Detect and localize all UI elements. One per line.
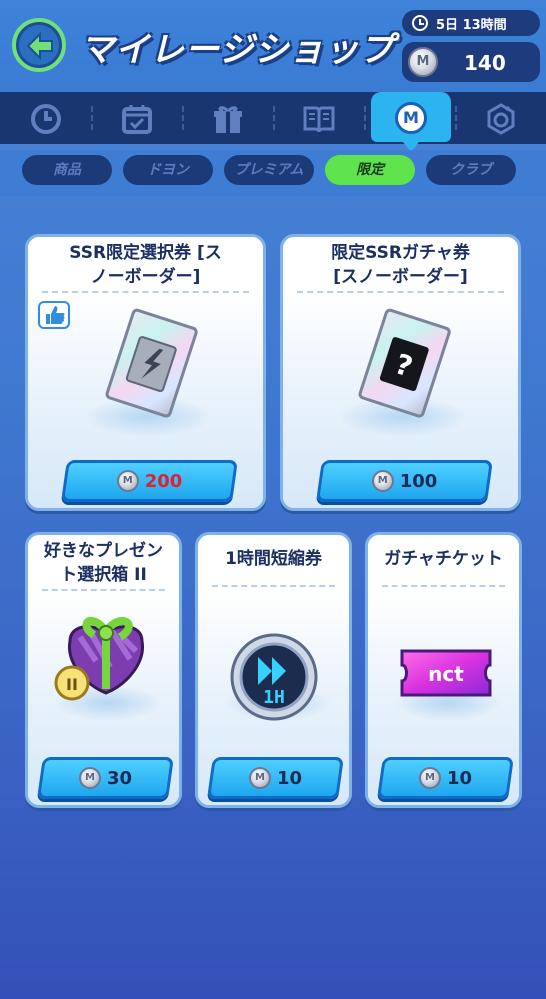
nav-mileage[interactable]: M [371, 92, 451, 152]
item-title: 好きなプレゼン ト選択箱 II [34, 539, 173, 587]
item-title-line: 限定SSRガチャ券 [331, 243, 470, 263]
gacha-ticket-icon: nct [400, 649, 492, 697]
ssr-select-ticket-icon [105, 308, 198, 418]
item-price: 100 [399, 470, 438, 492]
item-title: 限定SSRガチャ券 [スノーボーダー] [289, 241, 512, 289]
back-arrow-icon [26, 31, 53, 61]
nav-emblem[interactable] [455, 92, 546, 144]
category-nav [0, 92, 546, 144]
item-card-present-box[interactable]: 好きなプレゼン ト選択箱 II II M 30 [25, 532, 182, 808]
buy-button[interactable]: M 30 [37, 757, 174, 799]
clock-ticket-label: 1H [263, 687, 285, 708]
mileage-icon: M [395, 102, 427, 134]
gacha-ticket-label: nct [428, 662, 464, 686]
item-title-line: SSR限定選択券 [ス [69, 243, 222, 263]
item-card-ssr-gacha[interactable]: 限定SSRガチャ券 [スノーボーダー] ? M 100 [280, 234, 521, 511]
balance-value: 140 [464, 51, 506, 75]
item-card-gacha-ticket[interactable]: ガチャチケット nct M 10 [365, 532, 522, 808]
item-title: SSR限定選択券 [ス ノーボーダー] [34, 241, 257, 289]
book-icon [303, 106, 335, 133]
emblem-icon [487, 103, 515, 135]
calendar-icon [122, 105, 152, 134]
item-price: 30 [106, 767, 133, 789]
subtab-club[interactable]: クラブ [426, 155, 516, 185]
header: マイレージショップ 5日 13時間 M 140 [0, 0, 546, 92]
mileage-coin-icon: M [248, 767, 271, 789]
mileage-coin-icon: M [116, 470, 139, 492]
event-timer: 5日 13時間 [402, 10, 540, 36]
present-box-icon: II [54, 616, 144, 701]
item-title-line: 好きなプレゼン [44, 541, 163, 561]
mileage-balance: M 140 [402, 42, 540, 82]
back-button[interactable] [12, 18, 66, 72]
card-divider [42, 291, 249, 293]
item-title-line: ガチャチケット [384, 549, 503, 569]
item-title-line: ト選択箱 II [60, 565, 147, 585]
tier-badge-label: II [66, 675, 78, 694]
item-title-line: 1時間短縮券 [225, 549, 322, 569]
subtab-products[interactable]: 商品 [22, 155, 112, 185]
subtab-bar: 商品 ドヨン プレミアム 限定 クラブ [0, 150, 546, 196]
page-title: マイレージショップ [80, 30, 395, 70]
item-price: 10 [276, 767, 303, 789]
mileage-coin-icon: M [371, 470, 394, 492]
clock-ticket-icon: 1H [230, 633, 318, 721]
gift-icon [214, 106, 242, 133]
item-title-line: ノーボーダー] [90, 267, 201, 287]
item-title: ガチャチケット [374, 547, 513, 571]
card-divider [42, 589, 165, 591]
subtab-doyoung[interactable]: ドヨン [123, 155, 213, 185]
buy-button[interactable]: M 100 [316, 460, 493, 502]
buy-button[interactable]: M 200 [61, 460, 238, 502]
card-divider [297, 291, 504, 293]
item-title-line: [スノーボーダー] [333, 267, 468, 287]
card-divider [212, 585, 335, 587]
ssr-gacha-ticket-icon: ? [358, 308, 451, 418]
nav-clock[interactable] [0, 92, 91, 144]
timer-text: 5日 13時間 [436, 17, 507, 33]
item-price: 10 [446, 767, 473, 789]
item-card-ssr-select[interactable]: SSR限定選択券 [ス ノーボーダー] M 200 [25, 234, 266, 511]
clock-icon [31, 104, 61, 134]
item-price: 200 [144, 470, 183, 492]
clock-icon [412, 15, 428, 31]
subtab-limited[interactable]: 限定 [325, 155, 415, 185]
nav-gift[interactable] [182, 92, 273, 144]
mileage-coin-icon: M [418, 767, 441, 789]
mileage-coin-icon: M [78, 767, 101, 789]
card-divider [382, 585, 505, 587]
buy-button[interactable]: M 10 [377, 757, 514, 799]
nav-separator [364, 106, 366, 130]
nav-book[interactable] [273, 92, 364, 144]
item-title: 1時間短縮券 [204, 547, 343, 571]
buy-button[interactable]: M 10 [207, 757, 344, 799]
item-card-time-shortener[interactable]: 1時間短縮券 1H M 10 [195, 532, 352, 808]
thumbs-up-icon [38, 301, 70, 329]
mileage-coin-icon: M [408, 47, 438, 77]
subtab-premium[interactable]: プレミアム [224, 155, 314, 185]
nav-calendar[interactable] [91, 92, 182, 144]
